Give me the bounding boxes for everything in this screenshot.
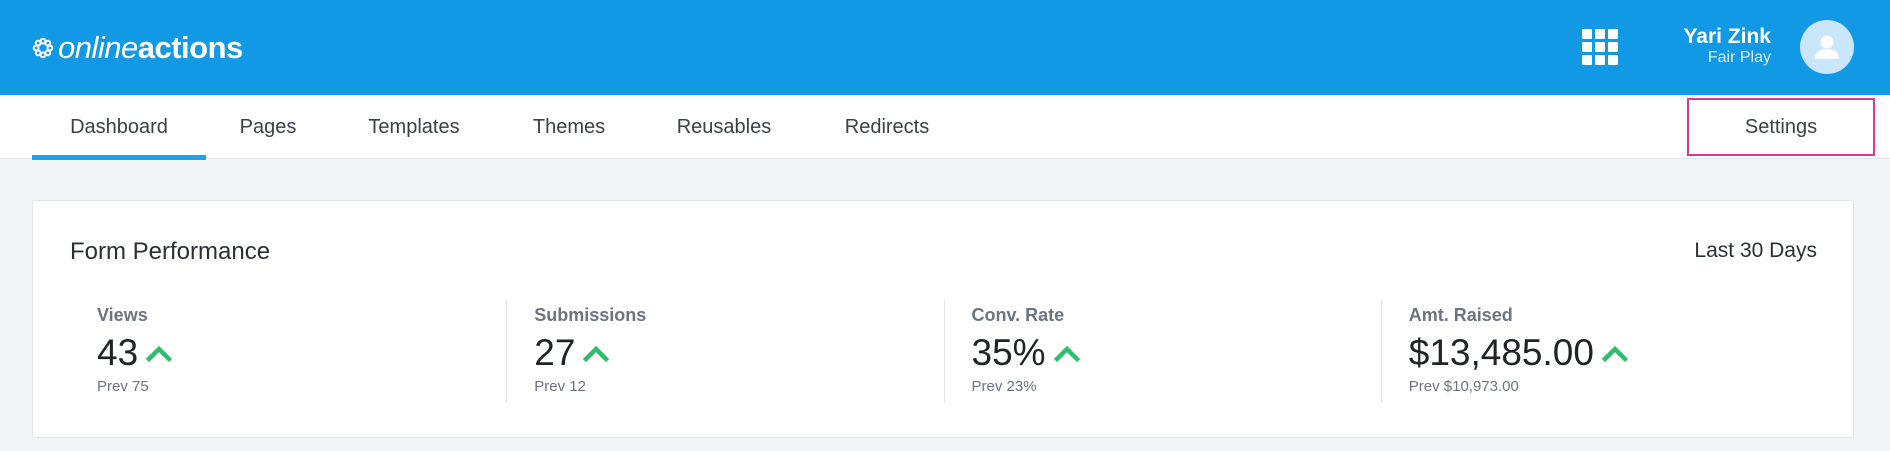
tab-dashboard[interactable]: Dashboard	[32, 95, 206, 160]
tab-themes[interactable]: Themes	[521, 95, 617, 159]
logo-text-online: online	[58, 30, 138, 65]
user-organization: Fair Play	[1707, 49, 1771, 66]
tab-templates[interactable]: Templates	[350, 95, 478, 159]
app-header: online actions Yari Zink Fair Play	[0, 0, 1890, 95]
tab-settings[interactable]: Settings	[1687, 98, 1875, 156]
tab-pages[interactable]: Pages	[226, 95, 310, 159]
metric-value: 35%	[971, 332, 1046, 373]
metric-views: Views 43 Prev 75	[70, 299, 506, 403]
metric-value: 27	[534, 332, 576, 373]
form-performance-card: Form Performance Last 30 Days Views 43 P…	[32, 200, 1854, 438]
trend-up-icon	[1053, 345, 1080, 363]
metric-previous: Prev 12	[534, 378, 586, 395]
card-title: Form Performance	[70, 238, 271, 265]
metric-label: Submissions	[534, 305, 647, 325]
nav-tabbar: Dashboard Pages Templates Themes Reusabl…	[0, 95, 1890, 160]
trend-up-icon	[583, 345, 610, 363]
metric-value: $13,485.00	[1408, 332, 1594, 373]
trend-up-icon	[1601, 345, 1628, 363]
metric-conversion-rate: Conv. Rate 35% Prev 23%	[943, 299, 1381, 403]
metric-previous: Prev $10,973.00	[1408, 378, 1519, 395]
app-logo[interactable]: online actions	[32, 28, 243, 68]
avatar[interactable]	[1800, 20, 1854, 74]
metric-previous: Prev 23%	[971, 378, 1037, 395]
logo-text-actions: actions	[137, 30, 244, 65]
logo-flower-icon	[32, 37, 54, 59]
metric-value: 43	[97, 332, 139, 373]
metric-submissions: Submissions 27 Prev 12	[506, 299, 943, 403]
date-range-selector[interactable]: Last 30 Days	[1694, 239, 1817, 263]
tab-reusables[interactable]: Reusables	[664, 95, 784, 159]
metric-label: Amt. Raised	[1408, 305, 1513, 325]
user-name: Yari Zink	[1683, 25, 1771, 48]
user-info[interactable]: Yari Zink Fair Play	[1683, 25, 1771, 67]
metrics-row: Views 43 Prev 75 Submissions 27 Prev 12 …	[70, 299, 1818, 403]
metric-label: Conv. Rate	[971, 305, 1065, 325]
metric-label: Views	[97, 305, 148, 325]
metric-previous: Prev 75	[97, 378, 149, 395]
user-silhouette-icon	[1815, 35, 1839, 59]
apps-grid-icon[interactable]	[1582, 29, 1618, 65]
tab-redirects[interactable]: Redirects	[826, 95, 948, 159]
metric-amount-raised: Amt. Raised $13,485.00 Prev $10,973.00	[1380, 299, 1818, 403]
trend-up-icon	[146, 345, 173, 363]
